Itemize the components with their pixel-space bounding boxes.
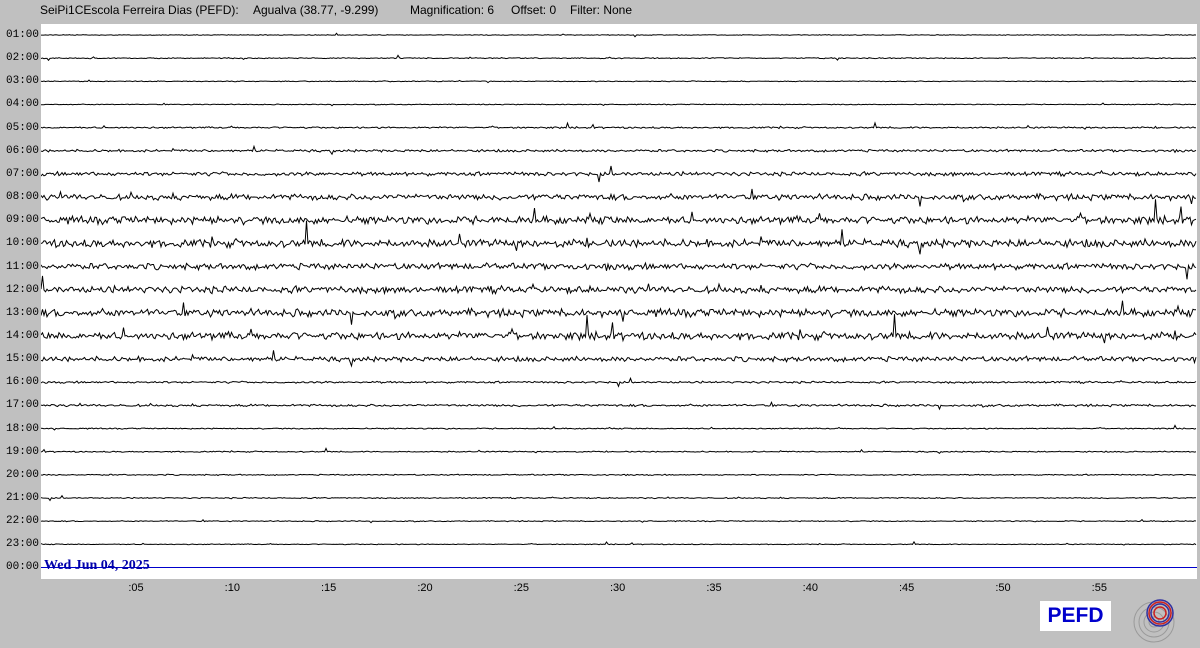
minute-tick-label: :30: [610, 582, 626, 594]
window-header: SeiPi1CEscola Ferreira Dias (PEFD): Agua…: [0, 0, 1200, 22]
hour-label: 12:00: [6, 283, 40, 296]
hour-label: 00:00: [6, 561, 40, 574]
hour-label: 15:00: [6, 353, 40, 366]
trace-1200: [41, 275, 1197, 296]
minute-tick-label: :35: [706, 582, 722, 594]
station-name: SeiPi1CEscola Ferreira Dias (PEFD):: [40, 3, 239, 17]
hour-label: 23:00: [6, 538, 40, 551]
hour-label: 11:00: [6, 260, 40, 273]
minute-tick-label: :40: [802, 582, 818, 594]
minute-tick-label: :55: [1091, 582, 1107, 594]
hour-label: 17:00: [6, 399, 40, 412]
hour-label: 03:00: [6, 75, 40, 88]
hour-label: 05:00: [6, 121, 40, 134]
station-logo: PEFD: [1040, 601, 1111, 631]
offset-readout: Offset: 0: [511, 3, 557, 17]
trace-1800: [41, 424, 1197, 431]
seismogram-plot: [41, 24, 1197, 579]
hour-label: 19:00: [6, 445, 40, 458]
station-location: Agualva (38.77, -9.299): [253, 3, 379, 17]
hour-label: 14:00: [6, 329, 40, 342]
trace-2300: [41, 540, 1197, 546]
hour-label: 18:00: [6, 422, 40, 435]
date-label: Wed Jun 04, 2025: [44, 558, 150, 573]
minute-tick-label: :05: [128, 582, 144, 594]
trace-0600: [41, 144, 1197, 156]
hour-label: 06:00: [6, 144, 40, 157]
trace-1600: [41, 376, 1197, 388]
trace-1500: [41, 350, 1197, 368]
magnification-readout: Magnification: 6: [410, 3, 495, 17]
minute-tick-label: :10: [224, 582, 240, 594]
trace-1900: [41, 447, 1197, 454]
trace-0900: [41, 199, 1197, 227]
trace-1400: [41, 314, 1197, 344]
hour-label: 07:00: [6, 167, 40, 180]
trace-0100: [41, 32, 1197, 38]
trace-0300: [41, 79, 1197, 84]
minute-tick-label: :25: [513, 582, 529, 594]
hour-label: 13:00: [6, 306, 40, 319]
minute-tick-label: :45: [899, 582, 915, 594]
minute-tick-label: :15: [321, 582, 337, 594]
trace-1700: [41, 400, 1197, 411]
hour-label: 08:00: [6, 191, 40, 204]
trace-0800: [41, 188, 1197, 207]
trace-1000: [41, 220, 1197, 255]
minute-tick-label: :50: [995, 582, 1011, 594]
trace-2200: [41, 518, 1197, 524]
trace-2000: [41, 473, 1197, 477]
trace-0500: [41, 121, 1196, 130]
hour-label: 20:00: [6, 468, 40, 481]
hour-label: 02:00: [6, 52, 40, 65]
hour-label: 22:00: [6, 515, 40, 528]
trace-0200: [41, 54, 1197, 62]
concentric-rings-logo-icon: [1133, 599, 1175, 643]
minute-tick-label: :20: [417, 582, 433, 594]
filter-readout: Filter: None: [570, 3, 633, 17]
trace-0400: [41, 102, 1197, 107]
trace-0700: [41, 165, 1197, 183]
hour-label: 04:00: [6, 98, 40, 111]
hour-label: 10:00: [6, 237, 40, 250]
hour-label: 21:00: [6, 492, 40, 504]
trace-1300: [41, 300, 1196, 325]
hour-label: 01:00: [6, 29, 40, 41]
hour-label: 16:00: [6, 376, 40, 389]
hour-label: 09:00: [6, 214, 40, 227]
trace-1100: [41, 261, 1197, 280]
seismogram-traces: [41, 32, 1197, 568]
trace-2100: [41, 494, 1197, 502]
